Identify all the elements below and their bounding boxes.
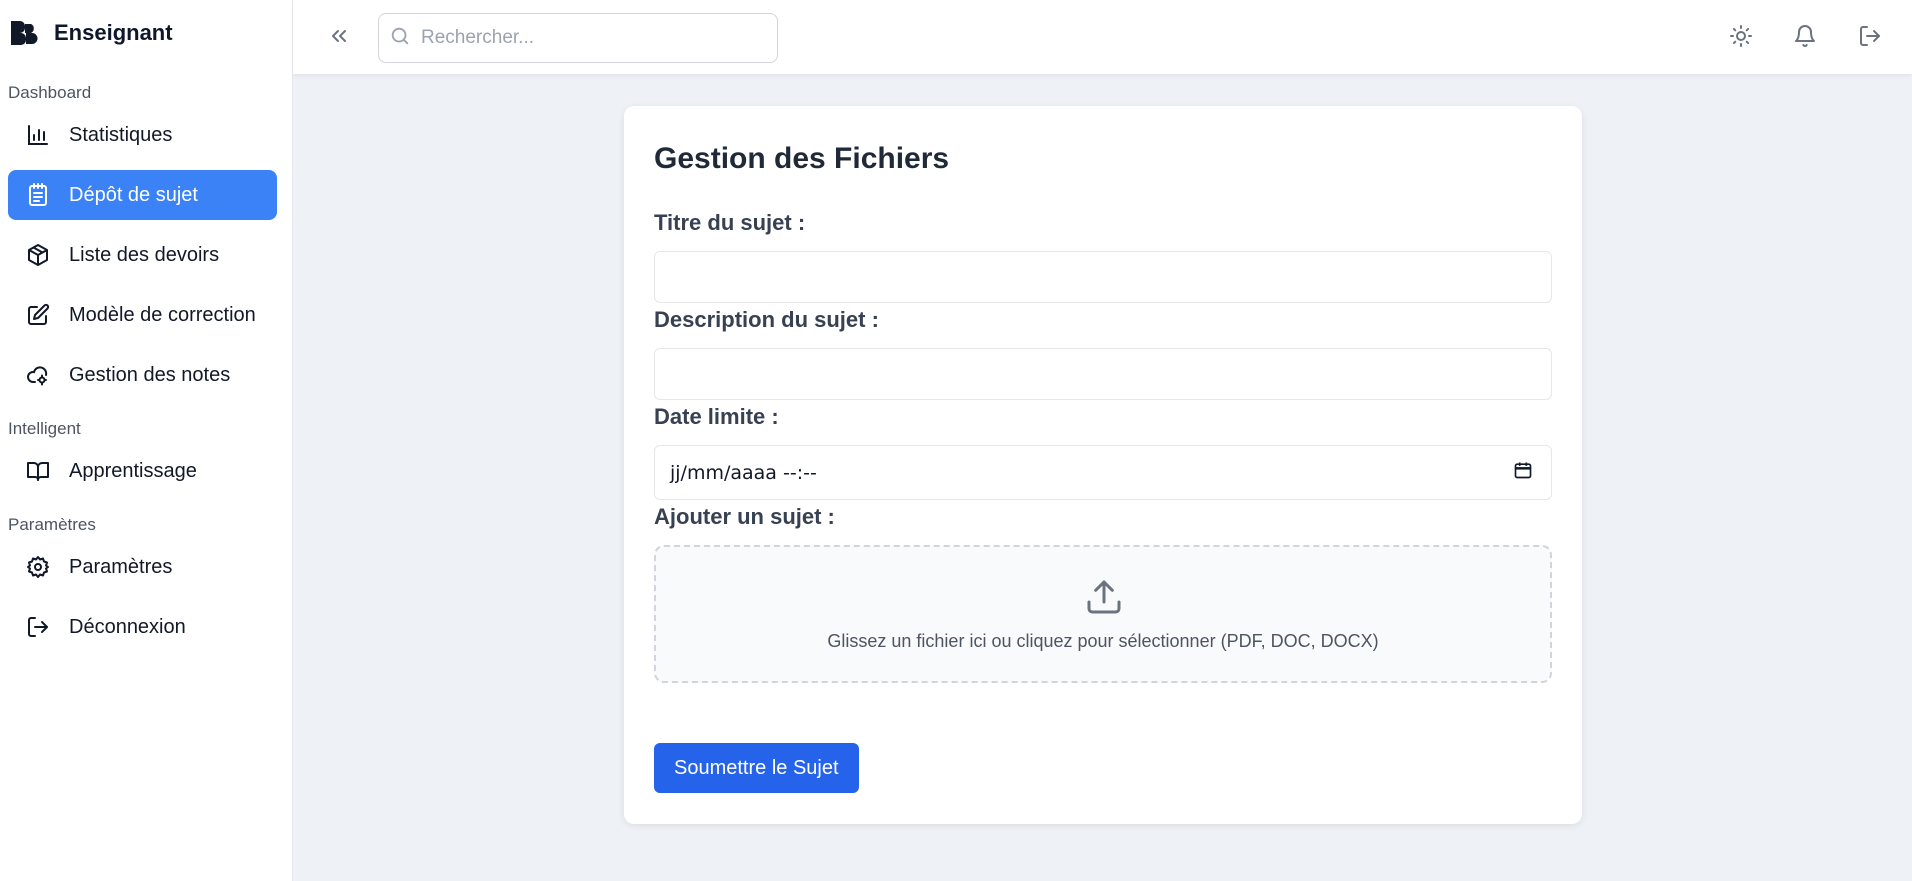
page-title: Gestion des Fichiers — [654, 142, 950, 175]
deadline-input[interactable]: jj/mm/aaaa --:-- — [654, 445, 1552, 500]
book-icon — [24, 457, 52, 485]
sidebar-item-depot-de-sujet[interactable]: Dépôt de sujet — [8, 170, 277, 220]
edit-icon — [24, 301, 52, 329]
search-box[interactable] — [378, 13, 778, 63]
app-title: Enseignant — [54, 20, 173, 45]
sidebar-item-label: Paramètres — [69, 555, 173, 578]
upload-label: Ajouter un sujet : — [654, 504, 835, 529]
subject-title-input[interactable] — [654, 251, 1552, 303]
subject-title-label: Titre du sujet : — [654, 210, 806, 235]
theme-toggle-button[interactable] — [1725, 22, 1757, 54]
sidebar-item-label: Apprentissage — [69, 459, 197, 482]
deadline-label: Date limite : — [654, 404, 779, 429]
top-bar — [293, 0, 1912, 75]
notifications-button[interactable] — [1789, 22, 1821, 54]
sidebar-item-label: Modèle de correction — [69, 303, 256, 326]
bell-icon — [1793, 24, 1817, 53]
collapse-sidebar-button[interactable] — [323, 22, 355, 54]
search-icon — [389, 25, 411, 52]
sidebar-item-statistiques[interactable]: Statistiques — [8, 110, 277, 160]
search-input[interactable] — [421, 27, 751, 49]
clipboard-icon — [24, 181, 52, 209]
section-label-dashboard: Dashboard — [8, 83, 92, 102]
sidebar-item-label: Gestion des notes — [69, 363, 231, 386]
bar-chart-icon — [24, 121, 52, 149]
section-label-intelligent: Intelligent — [8, 419, 81, 438]
chevrons-left-icon — [327, 24, 351, 53]
logout-button[interactable] — [1854, 22, 1886, 54]
sidebar-item-label: Déconnexion — [69, 615, 186, 638]
file-management-card: Gestion des Fichiers Titre du sujet : De… — [624, 106, 1582, 824]
logout-icon — [24, 613, 52, 641]
sidebar-item-modele-de-correction[interactable]: Modèle de correction — [8, 290, 277, 340]
description-input[interactable] — [654, 348, 1552, 400]
sidebar-item-deconnexion[interactable]: Déconnexion — [8, 602, 277, 652]
deadline-placeholder: jj/mm/aaaa --:-- — [670, 461, 817, 484]
sidebar-item-gestion-des-notes[interactable]: Gestion des notes — [8, 350, 277, 400]
package-icon — [24, 241, 52, 269]
upload-icon — [1084, 577, 1124, 617]
sidebar-item-apprentissage[interactable]: Apprentissage — [8, 446, 277, 496]
app-logo-icon — [8, 17, 40, 49]
sidebar-item-label: Statistiques — [69, 123, 173, 146]
logout-icon — [1858, 24, 1882, 53]
submit-subject-button[interactable]: Soumettre le Sujet — [654, 743, 859, 793]
gear-icon — [24, 553, 52, 581]
file-dropzone[interactable]: Glissez un fichier ici ou cliquez pour s… — [654, 545, 1552, 683]
sidebar-item-liste-des-devoirs[interactable]: Liste des devoirs — [8, 230, 277, 280]
section-label-parametres: Paramètres — [8, 515, 96, 534]
description-label: Description du sujet : — [654, 307, 879, 332]
sidebar-item-label: Liste des devoirs — [69, 243, 220, 266]
calendar-icon[interactable] — [1513, 460, 1533, 485]
sidebar: Enseignant Dashboard Statistiques Dépôt … — [0, 0, 293, 881]
sidebar-item-label: Dépôt de sujet — [69, 183, 198, 206]
dropzone-hint: Glissez un fichier ici ou cliquez pour s… — [827, 631, 1379, 651]
sun-icon — [1729, 24, 1753, 53]
brand[interactable]: Enseignant — [0, 0, 292, 66]
sidebar-item-parametres[interactable]: Paramètres — [8, 542, 277, 592]
cloud-cog-icon — [24, 361, 52, 389]
